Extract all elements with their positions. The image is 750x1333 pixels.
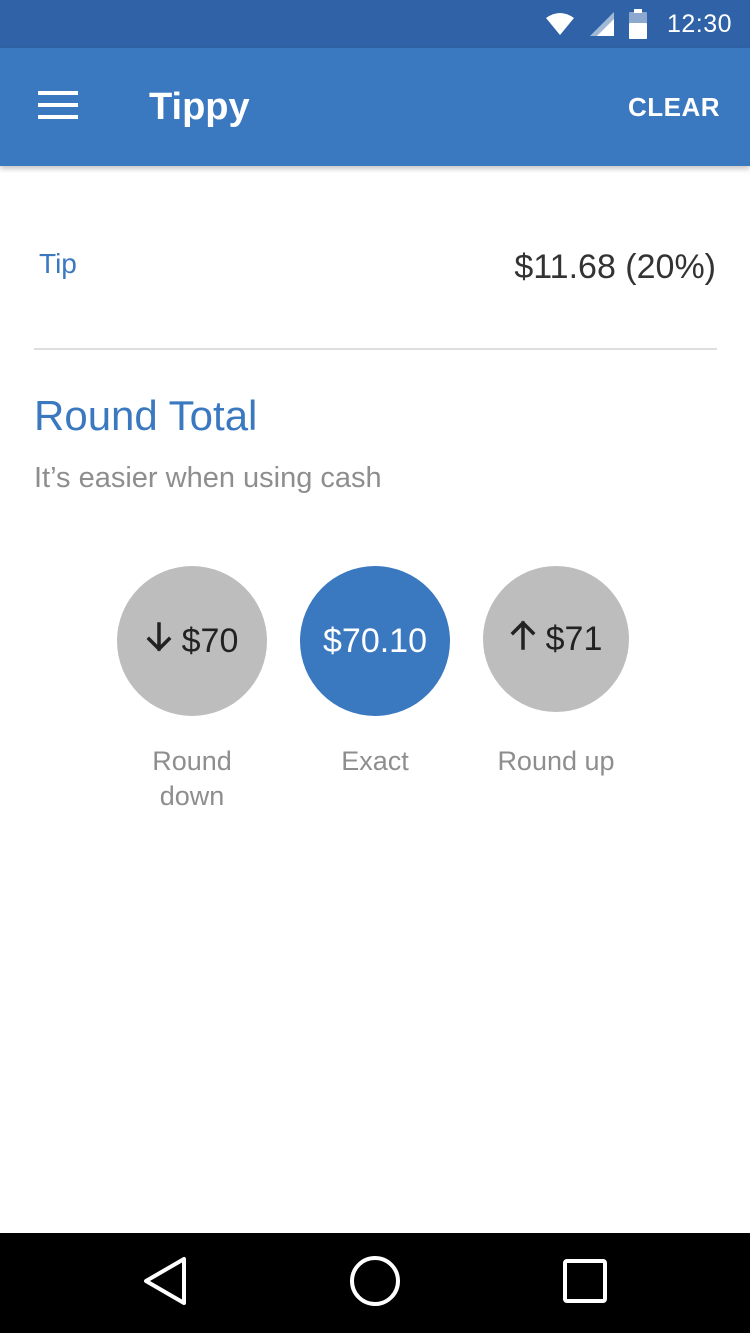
app-bar: Tippy CLEAR — [0, 48, 750, 166]
back-icon — [142, 1255, 190, 1312]
battery-icon — [628, 9, 647, 39]
round-total-subtitle: It’s easier when using cash — [34, 462, 382, 494]
exact-option[interactable]: $70.10 Exact — [285, 566, 465, 779]
app-title: Tippy — [149, 86, 250, 128]
home-button[interactable] — [345, 1253, 405, 1313]
arrow-down-icon — [146, 622, 172, 660]
tip-label: Tip — [39, 248, 77, 279]
recents-button[interactable] — [555, 1253, 615, 1313]
exact-amount: $70.10 — [323, 621, 427, 660]
navigation-bar — [0, 1233, 750, 1333]
app-screen: 12:30 Tippy CLEAR Tip $11.68 (20%) Round… — [0, 0, 750, 1333]
status-time: 12:30 — [666, 9, 732, 38]
signal-icon — [589, 11, 615, 37]
arrow-up-icon — [510, 620, 536, 658]
round-down-label: Round down — [152, 746, 232, 811]
round-up-amount: $71 — [545, 619, 603, 658]
round-up-label: Round up — [497, 746, 615, 776]
exact-label: Exact — [341, 746, 409, 776]
round-down-amount: $70 — [181, 621, 239, 660]
round-up-option[interactable]: $71 Round up — [466, 566, 646, 779]
status-bar: 12:30 — [0, 0, 750, 48]
clear-button[interactable]: CLEAR — [628, 82, 720, 132]
recents-icon — [562, 1258, 608, 1309]
wifi-icon — [545, 12, 575, 36]
divider — [34, 348, 717, 350]
back-button[interactable] — [136, 1253, 196, 1313]
menu-button[interactable] — [26, 82, 90, 132]
exact-button[interactable]: $70.10 — [300, 566, 450, 716]
tip-value: $11.68 (20%) — [514, 248, 716, 286]
hamburger-menu-icon — [38, 90, 78, 124]
round-up-button[interactable]: $71 — [483, 566, 629, 712]
round-total-title: Round Total — [34, 392, 258, 439]
round-down-option[interactable]: $70 Round down — [102, 566, 282, 814]
home-icon — [349, 1255, 401, 1312]
status-icons: 12:30 — [545, 0, 732, 48]
round-down-button[interactable]: $70 — [117, 566, 267, 716]
